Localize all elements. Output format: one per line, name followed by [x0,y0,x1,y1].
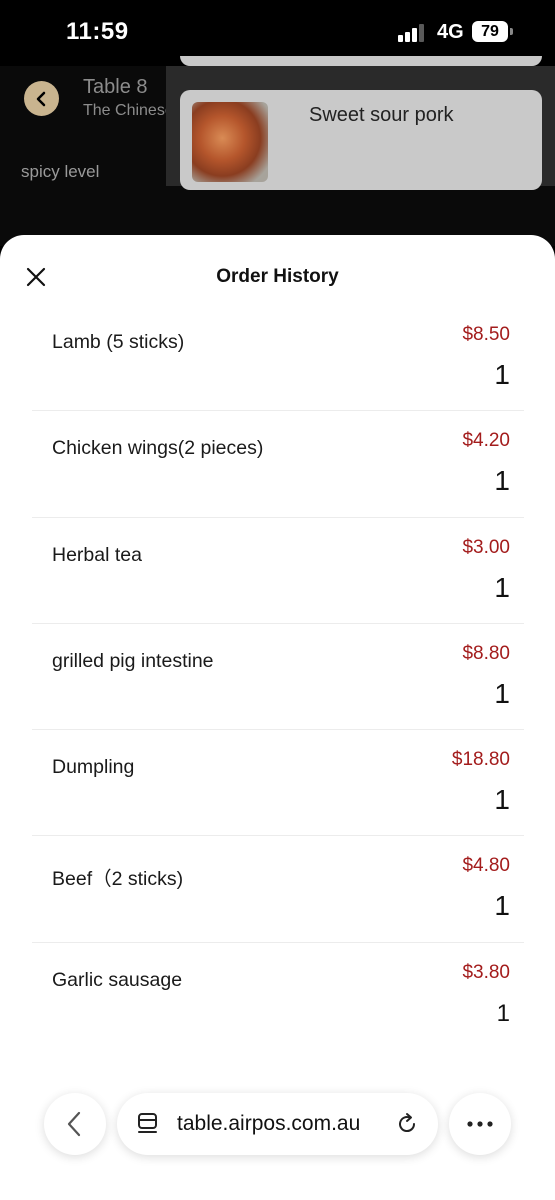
browser-back-button[interactable] [44,1093,106,1155]
sheet-title: Order History [216,266,339,287]
item-quantity: 1 [494,359,510,390]
item-name: Beef（2 sticks) [52,868,184,891]
order-item: Lamb (5 sticks) $8.50 1 [32,305,524,412]
network-type: 4G [437,21,464,43]
menu-card[interactable]: Sweet sour pork [180,90,542,190]
chevron-left-icon [67,1111,81,1137]
order-item: Herbal tea $3.00 1 [32,518,524,624]
more-horizontal-icon [467,1121,493,1127]
order-history-sheet: Order History Lamb (5 sticks) $8.50 1 Ch… [0,235,555,1200]
previous-card-edge [180,56,542,66]
item-name: Garlic sausage [52,968,183,991]
item-name: Dumpling [52,756,135,779]
item-price: $8.50 [462,324,510,345]
item-name: Chicken wings(2 pieces) [52,437,264,460]
item-quantity: 1 [494,890,510,922]
item-price: $3.00 [462,536,510,558]
order-list: Lamb (5 sticks) $8.50 1 Chicken wings(2 … [32,305,524,1049]
item-name: grilled pig intestine [52,649,214,672]
chevron-left-icon [36,91,45,106]
food-thumbnail [192,102,268,182]
order-item: Beef（2 sticks) $4.80 1 [32,836,524,943]
background-menu-panel: Sweet sour pork [166,56,555,190]
item-price: $4.80 [462,855,510,877]
address-bar[interactable]: table.airpos.com.au [117,1093,438,1155]
order-item: Chicken wings(2 pieces) $4.20 1 [32,411,524,518]
page-menu-icon[interactable] [137,1112,159,1136]
reload-icon[interactable] [395,1112,419,1136]
item-name: Herbal tea [52,543,142,566]
item-price: $4.20 [462,430,510,452]
item-name: Lamb (5 sticks) [52,331,185,353]
item-price: $8.80 [462,642,510,664]
food-name: Sweet sour pork [309,104,454,126]
back-button[interactable] [24,81,59,116]
url-text[interactable]: table.airpos.com.au [177,1112,360,1136]
item-quantity: 1 [494,465,510,497]
battery-icon: 79 [472,21,508,42]
table-title: Table 8 [83,76,148,98]
cellular-signal-icon [398,24,428,42]
item-quantity: 1 [494,571,510,603]
battery-tip [510,28,513,35]
item-price: $18.80 [451,749,510,771]
order-item: Dumpling $18.80 1 [32,730,524,837]
item-quantity: 1 [496,999,510,1027]
sidebar-label[interactable]: spicy level [21,162,99,182]
order-item: grilled pig intestine $8.80 1 [32,624,524,731]
item-quantity: 1 [494,784,510,816]
order-item: Garlic sausage $3.80 1 [32,943,524,1049]
item-quantity: 1 [494,677,510,709]
more-options-button[interactable] [449,1093,511,1155]
status-time: 11:59 [66,18,129,45]
item-price: $3.80 [462,961,510,983]
